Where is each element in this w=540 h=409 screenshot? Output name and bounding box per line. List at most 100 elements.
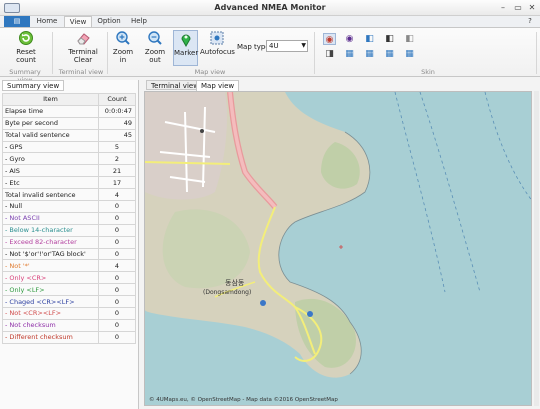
- reset-count-label: Reset count: [16, 48, 36, 64]
- separator: [52, 32, 53, 74]
- map-view[interactable]: 동삼동 (Dongsamdong) © 4UMaps.eu, © OpenStr…: [144, 91, 532, 406]
- table-body: Elapse time 0:0:0:47 Byte per second 49 Tota…: [2, 104, 136, 344]
- zoom-in-button[interactable]: Zoom in: [110, 30, 136, 66]
- zoom-in-label: Zoom in: [112, 48, 134, 64]
- tab-option[interactable]: Option: [94, 16, 124, 27]
- table-row: - Different checksum 0: [2, 330, 136, 344]
- map-type-label: Map type: [237, 43, 270, 51]
- skin-vs-icon[interactable]: ◉: [343, 33, 356, 45]
- row-item: - Gyro: [2, 152, 99, 166]
- zoom-out-icon: [148, 31, 162, 45]
- row-count: 17: [98, 176, 136, 190]
- row-item: - Etc: [2, 176, 99, 190]
- skin-office-icon[interactable]: ◉: [323, 33, 336, 45]
- row-item: Total invalid sentence: [2, 188, 99, 202]
- autofocus-label: Autofocus: [200, 48, 235, 56]
- row-item: - Not ASCII: [2, 211, 99, 225]
- tab-home[interactable]: Home: [32, 16, 62, 27]
- row-count: 0: [98, 318, 136, 332]
- table-row: - Not '$'or'!'or'TAG block' 0: [2, 247, 136, 261]
- group-map-view: Map view: [194, 68, 226, 76]
- table-row: - Not checksum 0: [2, 318, 136, 332]
- autofocus-icon: [210, 31, 224, 45]
- map-scrollbar[interactable]: [534, 91, 539, 406]
- table-row: - Chaged <CR><LF> 0: [2, 295, 136, 309]
- summary-table: Item Count Elapse time 0:0:0:47 Byte per s…: [2, 93, 136, 344]
- terminal-clear-button[interactable]: Terminal Clear: [62, 30, 104, 66]
- tab-help[interactable]: Help: [126, 16, 152, 27]
- row-count: 2: [98, 152, 136, 166]
- map-canvas: 동삼동 (Dongsamdong): [145, 92, 531, 378]
- table-row: - Not <CR><LF> 0: [2, 307, 136, 320]
- terminal-clear-label: Terminal Clear: [68, 48, 98, 64]
- row-count: 0: [98, 271, 136, 285]
- map-type-select[interactable]: 4U ▼: [266, 40, 308, 52]
- table-row: - Not ASCII 0: [2, 211, 136, 225]
- table-row: Total invalid sentence 4: [2, 188, 136, 202]
- zoom-out-label: Zoom out: [144, 48, 166, 64]
- zoom-out-button[interactable]: Zoom out: [139, 30, 171, 66]
- reset-count-button[interactable]: Reset count: [8, 30, 44, 66]
- table-header-row: Item Count: [2, 93, 136, 106]
- row-item: - Only <LF>: [2, 283, 99, 297]
- skin-flat-icon[interactable]: ▦: [403, 48, 416, 60]
- skin-office-silver-icon[interactable]: ◧: [403, 33, 416, 45]
- table-row: - Gyro 2: [2, 152, 136, 166]
- row-item: Elapse time: [2, 104, 99, 118]
- ribbon-tab-bar: ▤ Home View Option Help ?: [0, 16, 540, 28]
- row-item: - Not checksum: [2, 318, 99, 332]
- marker-label: Marker: [174, 49, 199, 57]
- separator: [314, 32, 315, 74]
- column-header-item: Item: [2, 93, 99, 106]
- row-count: 49: [98, 116, 136, 130]
- summary-panel: Summary view Item Count Elapse time 0:0:0…: [0, 80, 139, 409]
- row-count: 0: [98, 283, 136, 297]
- map-attribution: © 4UMaps.eu, © OpenStreetMap - Map data …: [149, 397, 338, 403]
- row-count: 0: [98, 211, 136, 225]
- table-row: Total valid sentence 45: [2, 128, 136, 142]
- row-item: - Null: [2, 200, 99, 213]
- tab-map-view[interactable]: Map view: [196, 80, 240, 91]
- autofocus-button[interactable]: Autofocus: [200, 30, 235, 66]
- row-count: 0: [98, 235, 136, 249]
- table-row: - Etc 17: [2, 176, 136, 190]
- skin-aero-icon[interactable]: ▦: [363, 48, 376, 60]
- row-count: 0: [98, 295, 136, 309]
- tab-summary-view[interactable]: Summary view: [2, 80, 65, 91]
- table-row: - Exceed 82-character 0: [2, 235, 136, 249]
- ribbon: Reset count Terminal Clear Zoom in Zoom …: [0, 27, 540, 84]
- maximize-button[interactable]: ▭: [511, 2, 525, 14]
- help-icon[interactable]: ?: [524, 16, 536, 27]
- close-button[interactable]: ✕: [525, 2, 539, 14]
- table-row: Byte per second 49: [2, 116, 136, 130]
- reset-icon: [19, 31, 33, 45]
- separator: [107, 32, 108, 74]
- table-row: Elapse time 0:0:0:47: [2, 104, 136, 118]
- table-row: - GPS 5: [2, 140, 136, 154]
- skin-office-black-icon[interactable]: ◧: [383, 33, 396, 45]
- group-terminal-view: Terminal view: [58, 68, 104, 76]
- map-marker-icon: [180, 34, 191, 47]
- row-count: 45: [98, 128, 136, 142]
- row-item: - Exceed 82-character: [2, 235, 99, 249]
- table-row: - AIS 21: [2, 164, 136, 178]
- row-count: 4: [98, 188, 136, 202]
- map-panel: Terminal view Map view 동삼동 (Dongsamdong)…: [142, 80, 540, 409]
- row-count: 5: [98, 140, 136, 154]
- table-row: - Below 14-character 0: [2, 223, 136, 237]
- chevron-down-icon: ▼: [301, 42, 306, 49]
- skin-office-blue-icon[interactable]: ◧: [363, 33, 376, 45]
- row-count: 0:0:0:47: [98, 104, 136, 118]
- marker-button[interactable]: Marker: [173, 30, 198, 66]
- file-menu-button[interactable]: ▤: [4, 16, 30, 27]
- title-bar: Advanced NMEA Monitor – ▭ ✕: [0, 0, 540, 16]
- window-title: Advanced NMEA Monitor: [214, 3, 326, 12]
- minimize-button[interactable]: –: [496, 2, 510, 14]
- skin-windows7-icon[interactable]: ▦: [343, 48, 356, 60]
- row-item: - Only <CR>: [2, 271, 99, 285]
- skin-metro-icon[interactable]: ▦: [383, 48, 396, 60]
- skin-classic-icon[interactable]: ◨: [323, 48, 336, 60]
- table-row: - Only <CR> 0: [2, 271, 136, 285]
- row-item: Total valid sentence: [2, 128, 99, 142]
- column-header-count: Count: [98, 93, 136, 106]
